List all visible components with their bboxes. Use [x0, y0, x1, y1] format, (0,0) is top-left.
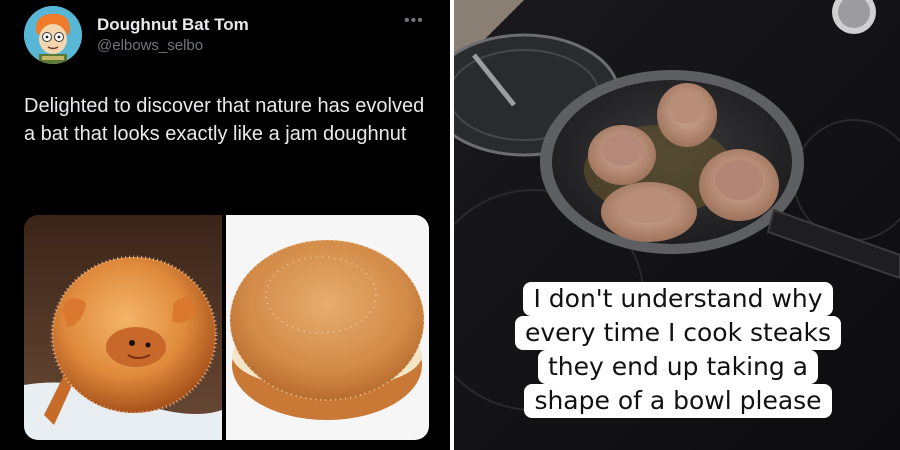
caption-line: every time I cook steaks	[514, 316, 842, 350]
caption-line: they end up taking a	[538, 350, 818, 384]
caption-line: shape of a bowl please	[524, 384, 832, 418]
tweet-media[interactable]	[24, 215, 429, 440]
more-horizontal-icon[interactable]: •••	[404, 12, 424, 30]
jam-doughnut-photo[interactable]	[226, 215, 429, 440]
avatar-cartoon-icon	[24, 6, 82, 64]
caption-line: I don't understand why	[523, 282, 833, 316]
avatar[interactable]	[24, 6, 82, 64]
bat-photo[interactable]	[24, 215, 222, 440]
tweet-card: Doughnut Bat Tom @elbows_selbo ••• Delig…	[0, 0, 450, 450]
username-handle[interactable]: @elbows_selbo	[97, 37, 203, 54]
meme-caption: I don't understand why every time I cook…	[482, 282, 874, 418]
tweet-text: Delighted to discover that nature has ev…	[24, 95, 425, 145]
display-name[interactable]: Doughnut Bat Tom	[97, 15, 249, 35]
steak-meme-image[interactable]: I don't understand why every time I cook…	[454, 0, 900, 450]
